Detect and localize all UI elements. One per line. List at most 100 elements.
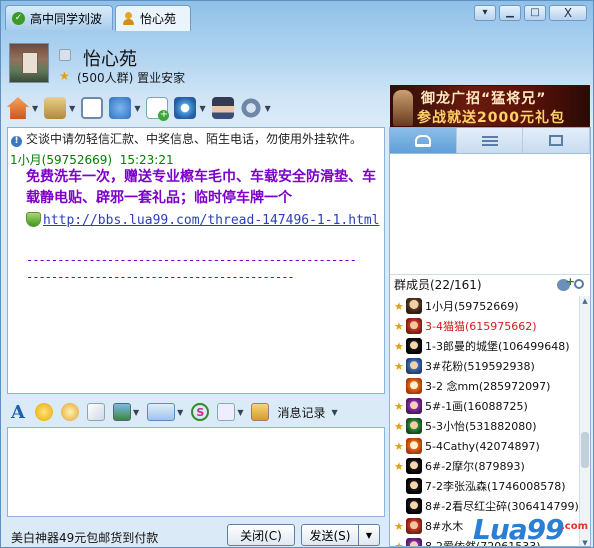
avatar bbox=[406, 458, 422, 474]
side-panel: 群成员(22/161) ★ 1小月(59752669) ★ 3-4猫猫(615975… bbox=[389, 127, 591, 547]
list-item[interactable]: ★ 5-3小怡(531882080) bbox=[390, 416, 580, 436]
tab-list[interactable] bbox=[457, 128, 524, 153]
bottom-ad-link[interactable]: 美白神器49元包邮货到付款 bbox=[11, 529, 158, 546]
chevron-down-icon: ▼ bbox=[32, 103, 39, 113]
message-link[interactable]: http://bbs.lua99.com/thread-147496-1-1.h… bbox=[43, 213, 380, 228]
whiteboard-icon bbox=[81, 97, 104, 119]
admin-star-icon: ★ bbox=[394, 459, 404, 473]
gear-icon bbox=[239, 97, 262, 119]
member-name: 6#-2摩尔(879893) bbox=[425, 460, 525, 473]
list-item[interactable]: ★ 3#花粉(519592938) bbox=[390, 356, 580, 376]
chat-history[interactable]: ! 交谈中请勿轻信汇款、中奖信息、陌生电话，勿使用外挂软件。 1小月(597526… bbox=[7, 127, 385, 394]
smiley-icon[interactable] bbox=[35, 403, 53, 421]
screenshot-icon[interactable] bbox=[147, 403, 176, 421]
send-options-button[interactable]: ▼ bbox=[358, 524, 380, 546]
group-avatar[interactable] bbox=[9, 43, 49, 83]
list-item[interactable]: ★ 5#-1画(16088725) bbox=[390, 396, 580, 416]
tab-members[interactable] bbox=[390, 128, 457, 153]
list-item[interactable]: ★ 7-2李张泓森(1746008578) bbox=[390, 476, 580, 496]
add-member-icon[interactable] bbox=[557, 275, 575, 291]
new-message-button[interactable] bbox=[146, 97, 170, 121]
close-button[interactable]: 关闭(C) bbox=[227, 524, 295, 546]
whiteboard-button[interactable] bbox=[81, 97, 104, 119]
image-icon[interactable] bbox=[113, 403, 131, 421]
chevron-down-icon[interactable]: ▼ bbox=[331, 408, 337, 417]
members-count: 群成员(22/161) bbox=[394, 278, 482, 292]
camera-icon bbox=[174, 97, 197, 119]
avatar bbox=[406, 478, 422, 494]
list-item[interactable]: ★ 3-4猫猫(615975662) bbox=[390, 316, 580, 336]
group-meta: (500人群) 置业安家 bbox=[77, 71, 186, 85]
list-item[interactable]: ★ 5-4Cathy(42074897) bbox=[390, 436, 580, 456]
list-item[interactable]: ★ 1小月(59752669) bbox=[390, 296, 580, 316]
member-list: ★ 1小月(59752669) ★ 3-4猫猫(615975662) ★ 1-3郎曼的… bbox=[390, 296, 580, 546]
history-icon[interactable] bbox=[251, 403, 270, 421]
avatar bbox=[406, 378, 422, 394]
input-toolbar: A ▼ ▼ S ▼ 消息记录 ▼ bbox=[7, 399, 385, 425]
security-notice: ! 交谈中请勿轻信汇款、中奖信息、陌生电话，勿使用外挂软件。 bbox=[11, 130, 362, 147]
member-list-scrollbar[interactable]: ▲ ▼ bbox=[579, 296, 590, 546]
scroll-thumb[interactable] bbox=[581, 432, 589, 468]
list-item[interactable]: ★ 6#-2摩尔(879893) bbox=[390, 456, 580, 476]
avatar bbox=[406, 318, 422, 334]
tab-windows[interactable] bbox=[523, 128, 590, 153]
options-button[interactable]: ▾ bbox=[474, 5, 496, 21]
scroll-up-icon[interactable]: ▲ bbox=[581, 297, 589, 305]
tab-classmate-liubo[interactable]: ✓ 高中同学刘波 bbox=[5, 5, 113, 30]
report-button[interactable] bbox=[211, 97, 234, 119]
close-window-button[interactable]: X bbox=[549, 5, 587, 21]
star-placeholder: ★ bbox=[394, 500, 406, 513]
member-name: 3-4猫猫(615975662) bbox=[425, 320, 537, 333]
s-icon[interactable]: S bbox=[191, 403, 210, 421]
avatar bbox=[406, 398, 422, 414]
person-icon bbox=[122, 12, 135, 25]
avatar bbox=[406, 538, 422, 546]
list-icon bbox=[481, 135, 498, 146]
home-button[interactable]: ▼ bbox=[7, 97, 38, 119]
settings-button[interactable]: ▼ bbox=[239, 97, 271, 119]
voice-button[interactable]: ▼ bbox=[109, 97, 140, 119]
admin-star-icon: ★ bbox=[394, 319, 404, 333]
admin-star-icon: ★ bbox=[394, 359, 404, 373]
history-button[interactable]: 消息记录 bbox=[277, 404, 325, 421]
member-name: 5#-1画(16088725) bbox=[425, 400, 528, 413]
video-button[interactable]: ▼ bbox=[174, 97, 206, 119]
chevron-down-icon[interactable]: ▼ bbox=[177, 408, 183, 417]
message-time: 15:23:21 bbox=[119, 153, 174, 167]
group-name: 怡心苑 bbox=[83, 49, 137, 70]
shield-icon bbox=[26, 212, 41, 227]
message-input[interactable] bbox=[7, 427, 385, 517]
minimize-button[interactable]: ▁ bbox=[499, 5, 521, 21]
tab-label: 怡心苑 bbox=[140, 12, 177, 26]
members-actions bbox=[557, 275, 584, 291]
mic-icon bbox=[109, 97, 132, 119]
font-icon[interactable]: A bbox=[9, 402, 27, 423]
star-placeholder: ★ bbox=[394, 380, 406, 393]
avatar bbox=[406, 498, 422, 514]
folder-button[interactable]: ▼ bbox=[44, 97, 75, 119]
pen-icon[interactable] bbox=[87, 403, 105, 421]
send-button[interactable]: 发送(S) bbox=[301, 524, 359, 546]
folder-icon bbox=[44, 97, 67, 119]
window-controls: ▾ ▁ □ X bbox=[474, 5, 587, 21]
magic-emoticon-icon[interactable] bbox=[61, 403, 79, 421]
window-icon bbox=[549, 135, 564, 146]
banner-line-1: 御龙广招“猛将兄” bbox=[421, 91, 547, 107]
chevron-down-icon[interactable]: ▼ bbox=[133, 408, 139, 417]
star-icon: ★ bbox=[59, 69, 70, 83]
chevron-down-icon: ▼ bbox=[365, 530, 373, 540]
member-name: 1小月(59752669) bbox=[425, 300, 519, 313]
tab-yixinyuan[interactable]: 怡心苑 bbox=[115, 5, 191, 31]
message-header: 1小月(59752669) 15:23:21 bbox=[10, 151, 174, 168]
watermark-sub: .com bbox=[561, 521, 589, 532]
side-tabs bbox=[390, 128, 590, 154]
misc-icon[interactable] bbox=[217, 403, 236, 421]
message-sender[interactable]: 1小月(59752669) bbox=[10, 153, 112, 167]
maximize-button[interactable]: □ bbox=[524, 5, 546, 21]
chevron-down-icon: ▼ bbox=[264, 103, 271, 113]
chevron-down-icon[interactable]: ▼ bbox=[237, 408, 243, 417]
list-item[interactable]: ★ 3-2 念mm(285972097) bbox=[390, 376, 580, 396]
search-icon[interactable] bbox=[574, 279, 584, 289]
banner-ad[interactable]: 御龙广招“猛将兄” 参战就送2000元礼包 bbox=[390, 85, 590, 127]
list-item[interactable]: ★ 1-3郎曼的城堡(106499648) bbox=[390, 336, 580, 356]
